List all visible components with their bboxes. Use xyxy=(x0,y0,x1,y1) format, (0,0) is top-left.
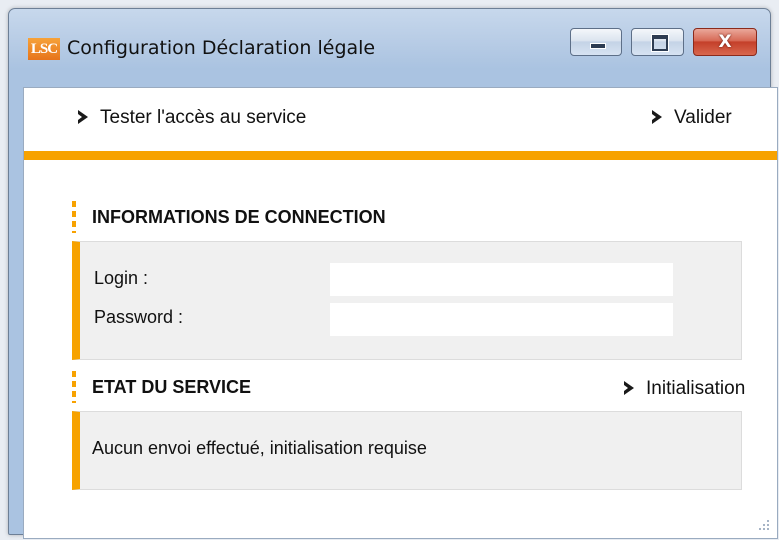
service-status-panel: Aucun envoi effectué, initialisation req… xyxy=(72,411,742,490)
maximize-icon xyxy=(651,34,669,52)
header-separator xyxy=(24,151,777,160)
close-icon: X xyxy=(718,32,732,52)
title-bar[interactable]: LSC Configuration Déclaration légale X xyxy=(9,9,770,71)
chevron-right-icon xyxy=(652,110,662,124)
initialisation-label: Initialisation xyxy=(646,378,746,399)
dialog-client-area: Tester l'accès au service Valider INFORM… xyxy=(23,87,778,539)
test-access-button[interactable]: Tester l'accès au service xyxy=(76,107,306,129)
toolbar: Tester l'accès au service Valider xyxy=(24,88,777,150)
minimize-icon xyxy=(590,43,606,49)
password-label: Password : xyxy=(94,307,184,327)
password-field[interactable] xyxy=(330,303,673,336)
maximize-button[interactable] xyxy=(631,28,684,56)
initialisation-button[interactable]: Initialisation xyxy=(622,378,745,400)
minimize-button[interactable] xyxy=(570,28,622,56)
connection-section-header: INFORMATIONS DE CONNECTION xyxy=(72,201,744,233)
validate-label: Valider xyxy=(674,107,732,128)
window-title: Configuration Déclaration légale xyxy=(67,37,376,59)
resize-grip[interactable] xyxy=(757,518,771,532)
app-logo: LSC xyxy=(28,38,60,60)
service-section-title: ETAT DU SERVICE xyxy=(92,377,252,397)
chevron-right-icon xyxy=(624,381,634,395)
chevron-right-icon xyxy=(78,110,88,124)
service-section-header: ETAT DU SERVICE Initialisation xyxy=(72,371,745,403)
validate-button[interactable]: Valider xyxy=(650,107,732,129)
test-access-label: Tester l'accès au service xyxy=(100,107,307,128)
section-marker xyxy=(72,201,76,233)
close-button[interactable]: X xyxy=(693,28,757,56)
connection-section-title: INFORMATIONS DE CONNECTION xyxy=(92,207,386,227)
login-label: Login : xyxy=(94,268,149,288)
section-marker xyxy=(72,371,76,403)
login-field[interactable] xyxy=(330,263,673,296)
dialog-window: LSC Configuration Déclaration légale X T… xyxy=(8,8,778,539)
connection-panel: Login : Password : xyxy=(72,241,742,360)
service-status-text: Aucun envoi effectué, initialisation req… xyxy=(92,438,427,458)
